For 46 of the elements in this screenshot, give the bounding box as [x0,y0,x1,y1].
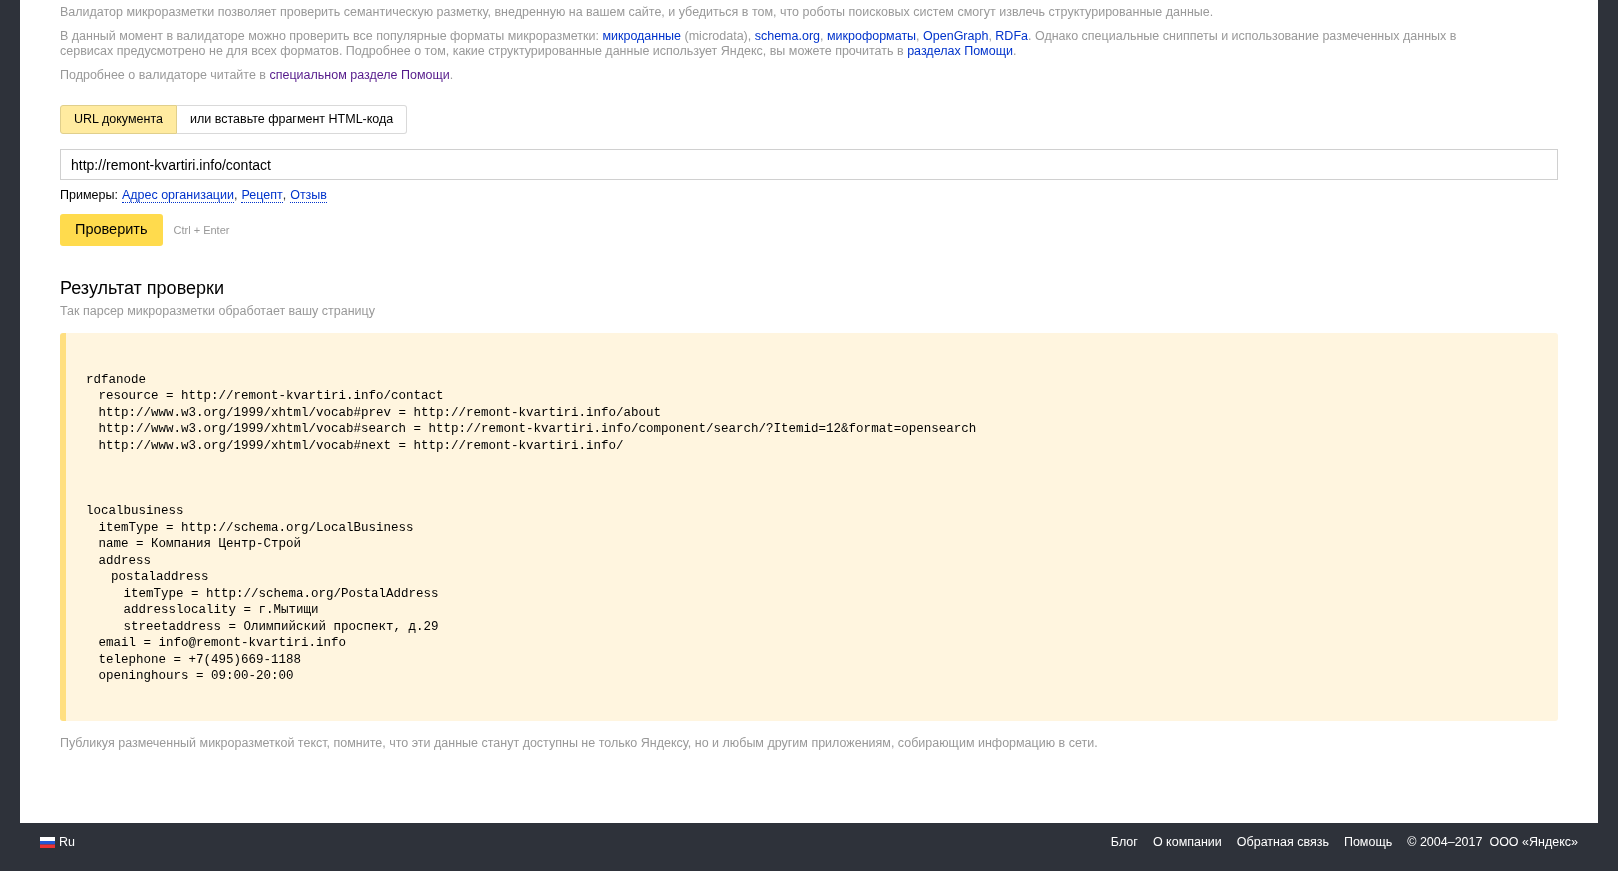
footer-link[interactable]: Обратная связь [1236,832,1329,852]
code-line: telephone = +7(495)669-1188 [98,651,302,668]
code-line: addresslocality = г.Мытищи [123,602,319,619]
intro-paragraph: Валидатор микроразметки позволяет проверить семантическую разметку, внедренную на вашем сайте, и убедиться в том, что роботы поисковых систем смогут извлечь структурированные данные. [60,5,1215,20]
code-line: itemType = http://schema.org/LocalBusiness [98,519,414,536]
code-line: name = Компания Центр-Строй [98,536,302,553]
example-link[interactable]: Отзыв [290,187,327,203]
code-line: streetaddress = Олимпийский проспект, д.29 [123,618,439,635]
footer-link[interactable]: Помощь [1343,832,1393,852]
url-field[interactable]: http://remont-kvartiri.info/contact [60,149,1558,180]
code-line: http://www.w3.org/1999/xhtml/vocab#prev = http://remont-kvartiri.info/about [98,404,662,421]
example-link[interactable]: Адрес организации [121,187,234,203]
comma: , [282,187,287,204]
help-link[interactable]: RDFa [995,29,1028,43]
mode-tab[interactable]: URL документа [60,105,177,134]
footer-link[interactable]: О компании [1152,832,1222,852]
example-link[interactable]: Рецепт [241,187,283,203]
footer-link[interactable]: Блог [1110,832,1138,852]
code-line: postaladdress [111,569,209,586]
help-link[interactable]: schema.org [754,29,820,43]
help-link[interactable]: разделах Помощи [907,44,1013,58]
code-line: resource = http://remont-kvartiri.info/contact [98,388,444,405]
code-line: http://www.w3.org/1999/xhtml/vocab#search = http://remont-kvartiri.info/component/search/?Itemid=12&format=opensearch [98,421,977,438]
code-line: address [98,552,151,569]
help-link[interactable]: микроданные [602,29,682,43]
copyright: © 2004–2017 ООО «Яндекс» [1407,833,1578,851]
mode-tab[interactable]: или вставьте фрагмент HTML-кода [176,105,408,134]
help-link[interactable]: специальном разделе Помощи [269,68,450,82]
code-line: openinghours = 09:00-20:00 [98,668,294,685]
result-title: Результат проверки [60,276,225,299]
intro-paragraph: В данный момент в валидаторе можно проверить все популярные форматы микроразметки: микроданные (microdata), schema.org, микроформаты, OpenGraph, RDFa. Однако специальные сниппеты и использование размеченных данных в сервисах предусмотрено не для всех форматов. Подробнее о том, какие структурированные данные использует Яндекс, вы можете прочитать в разделах Помощи. [60,29,1458,59]
code-line: http://www.w3.org/1999/xhtml/vocab#next = http://remont-kvartiri.info/ [98,437,624,454]
result-subtitle: Так парсер микроразметки обработает вашу страницу [60,302,376,320]
code-line: itemType = http://schema.org/PostalAddress [123,585,439,602]
intro-paragraph: Подробнее о валидаторе читайте в специальном разделе Помощи. [60,68,455,83]
examples-label: Примеры: [60,187,118,204]
code-line: localbusiness [86,503,184,520]
shortcut-hint: Ctrl + Enter [173,222,230,238]
check-button[interactable]: Проверить [60,213,163,246]
code-line: email = info@remont-kvartiri.info [98,635,347,652]
flag-icon [40,836,55,848]
comma: , [233,187,238,204]
code-line: rdfanode [86,371,146,388]
language-link[interactable]: Ru [59,832,75,852]
help-link[interactable]: микроформаты [826,29,917,43]
privacy-note: Публикуя размеченный микроразметкой текст, помните, что эти данные станут доступны не только Яндексу, но и любым другим приложениям, собирающим информацию в сети. [60,734,1099,752]
